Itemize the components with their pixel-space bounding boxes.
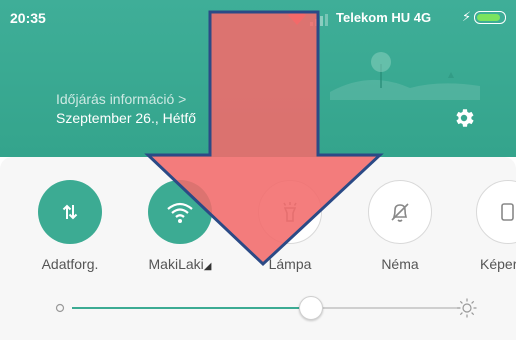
bell-off-icon[interactable] [368, 180, 432, 244]
wifi-status-icon [288, 11, 306, 25]
quick-settings-panel: Adatforg. MakiLaki◢ Lámpa Néma Képer [0, 157, 516, 340]
battery-fill [477, 14, 501, 21]
brightness-low-icon [55, 303, 65, 313]
gear-icon[interactable] [452, 106, 476, 130]
tile-label: Képer [480, 256, 516, 272]
tile-label: MakiLaki◢ [130, 256, 230, 272]
scenery-illustration [330, 52, 480, 100]
wifi-icon[interactable] [148, 180, 212, 244]
flashlight-icon[interactable] [258, 180, 322, 244]
notification-header: 20:35 Telekom HU 4G ⚡ Időjárás informáci… [0, 0, 516, 157]
signal-icon [310, 14, 328, 26]
charging-icon: ⚡ [462, 9, 472, 24]
status-bar: 20:35 Telekom HU 4G ⚡ [0, 0, 516, 34]
tile-label: Lámpa [268, 256, 312, 272]
date-label: Szeptember 26., Hétfő [56, 110, 197, 126]
brightness-thumb[interactable] [299, 296, 324, 320]
tile-label: Adatforg. [41, 256, 99, 272]
brightness-track-filled [72, 307, 300, 309]
data-transfer-icon[interactable] [38, 180, 102, 244]
carrier-name: Telekom HU 4G [336, 10, 432, 25]
weather-info-link[interactable]: Időjárás információ > [56, 90, 196, 109]
battery-icon [474, 11, 506, 24]
weather-block[interactable]: Időjárás információ > Szeptember 26., Hé… [56, 90, 196, 128]
tile-label: Néma [381, 256, 419, 272]
wifi-signal-indicator: ◢ [203, 261, 212, 272]
brightness-high-icon [457, 298, 477, 318]
rotate-icon[interactable] [476, 180, 516, 244]
wifi-network-name: MakiLaki [148, 256, 204, 272]
status-time: 20:35 [10, 10, 46, 26]
brightness-slider[interactable] [50, 287, 480, 327]
brightness-track-empty [323, 307, 458, 309]
